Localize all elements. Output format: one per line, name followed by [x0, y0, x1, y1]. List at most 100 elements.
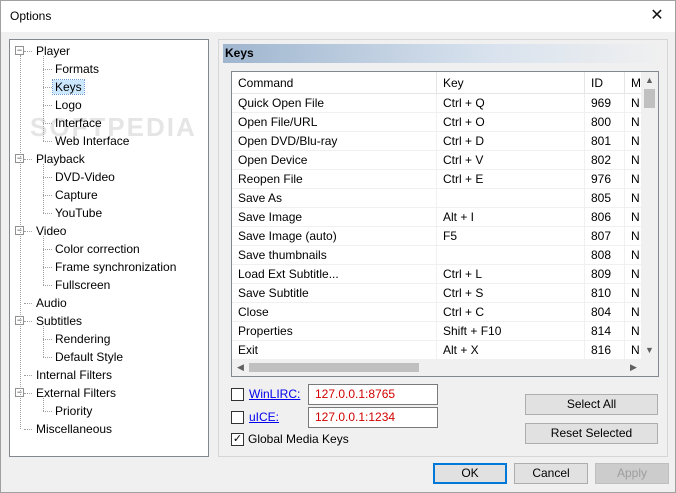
close-icon[interactable]: ✕: [647, 6, 667, 26]
reset-selected-button[interactable]: Reset Selected: [525, 423, 658, 444]
cell-command: Properties: [232, 322, 437, 341]
cell-m: N: [625, 284, 642, 303]
cell-command: Save As: [232, 189, 437, 208]
cell-m: N: [625, 170, 642, 189]
cell-m: N: [625, 227, 642, 246]
tree-item-external-filters[interactable]: External Filters: [34, 384, 118, 402]
column-key[interactable]: Key: [437, 72, 585, 94]
cell-m: N: [625, 303, 642, 322]
cell-key: [437, 189, 585, 208]
cell-m: N: [625, 246, 642, 265]
tree-connector: [43, 69, 52, 70]
tree-item-playback[interactable]: Playback: [34, 150, 87, 168]
uice-address-input[interactable]: 127.0.0.1:1234: [308, 407, 438, 428]
cell-id: 810: [585, 284, 625, 303]
table-row[interactable]: Load Ext Subtitle... Ctrl + L 809 N: [232, 265, 642, 284]
table-row[interactable]: Open Device Ctrl + V 802 N: [232, 151, 642, 170]
table-row[interactable]: Save thumbnails 808 N: [232, 246, 642, 265]
table-row[interactable]: Save As 805 N: [232, 189, 642, 208]
cell-id: 804: [585, 303, 625, 322]
tree-connector: [43, 213, 52, 214]
tree-item-label: Video: [36, 224, 67, 238]
cell-id: 809: [585, 265, 625, 284]
tree-connector: [24, 321, 32, 322]
table-row[interactable]: Save Subtitle Ctrl + S 810 N: [232, 284, 642, 303]
cell-key: Alt + X: [437, 341, 585, 360]
tree-item-formats[interactable]: Formats: [53, 60, 101, 78]
tree-item-keys[interactable]: Keys: [52, 78, 85, 96]
cell-id: 814: [585, 322, 625, 341]
cell-command: Reopen File: [232, 170, 437, 189]
vertical-scroll-thumb[interactable]: [644, 89, 655, 108]
global-media-keys-label: Global Media Keys: [248, 432, 349, 446]
tree-item-rendering[interactable]: Rendering: [53, 330, 112, 348]
cell-command: Close: [232, 303, 437, 322]
tree-item-fullscreen[interactable]: Fullscreen: [53, 276, 112, 294]
scroll-left-icon[interactable]: ◀: [232, 359, 249, 376]
tree-connector: [43, 177, 52, 178]
tree-item-audio[interactable]: Audio: [34, 294, 69, 312]
cell-id: 969: [585, 94, 625, 113]
table-row[interactable]: Save Image (auto) F5 807 N: [232, 227, 642, 246]
tree-item-default-style[interactable]: Default Style: [53, 348, 125, 366]
tree-connector: [43, 357, 52, 358]
horizontal-scrollbar[interactable]: ◀ ▶: [232, 359, 642, 376]
cell-key: Ctrl + D: [437, 132, 585, 151]
table-row[interactable]: Reopen File Ctrl + E 976 N: [232, 170, 642, 189]
cancel-button[interactable]: Cancel: [514, 463, 588, 484]
table-row[interactable]: Open File/URL Ctrl + O 800 N: [232, 113, 642, 132]
tree-item-frame-synchronization[interactable]: Frame synchronization: [53, 258, 178, 276]
column-command[interactable]: Command: [232, 72, 437, 94]
winlirc-address-input[interactable]: 127.0.0.1:8765: [308, 384, 438, 405]
tree-item-priority[interactable]: Priority: [53, 402, 94, 420]
cell-command: Open Device: [232, 151, 437, 170]
table-row[interactable]: Open DVD/Blu-ray Ctrl + D 801 N: [232, 132, 642, 151]
tree-item-logo[interactable]: Logo: [53, 96, 84, 114]
tree-item-subtitles[interactable]: Subtitles: [34, 312, 84, 330]
table-row[interactable]: Properties Shift + F10 814 N: [232, 322, 642, 341]
tree-item-color-correction[interactable]: Color correction: [53, 240, 142, 258]
uice-checkbox[interactable]: [231, 411, 244, 424]
tree-connector: [43, 195, 52, 196]
collapse-icon[interactable]: −: [15, 46, 24, 55]
table-row[interactable]: Quick Open File Ctrl + Q 969 N: [232, 94, 642, 113]
tree-item-youtube[interactable]: YouTube: [53, 204, 104, 222]
cell-command: Save Image: [232, 208, 437, 227]
tree-item-miscellaneous[interactable]: Miscellaneous: [34, 420, 114, 438]
keys-list: Command Key ID M Quick Open File Ctrl + Q…: [231, 71, 659, 377]
column-id[interactable]: ID: [585, 72, 625, 94]
tree-item-player[interactable]: Player: [34, 42, 72, 60]
tree-item-label: Miscellaneous: [36, 422, 113, 436]
table-row[interactable]: Save Image Alt + I 806 N: [232, 208, 642, 227]
tree-connector: [24, 159, 32, 160]
tree-item-video[interactable]: Video: [34, 222, 68, 240]
apply-button[interactable]: Apply: [595, 463, 669, 484]
tree-item-label: Default Style: [55, 350, 124, 364]
tree-item-label: Rendering: [55, 332, 111, 346]
select-all-button[interactable]: Select All: [525, 394, 658, 415]
tree-item-internal-filters[interactable]: Internal Filters: [34, 366, 114, 384]
global-media-keys-checkbox[interactable]: ✓: [231, 433, 244, 446]
vertical-scrollbar[interactable]: ▲ ▼: [641, 72, 658, 359]
tree-item-label: Capture: [55, 188, 98, 202]
table-row[interactable]: Exit Alt + X 816 N: [232, 341, 642, 360]
column-m[interactable]: M: [625, 72, 642, 94]
tree-item-capture[interactable]: Capture: [53, 186, 100, 204]
tree-item-interface[interactable]: Interface: [53, 114, 104, 132]
tree-connector: [43, 249, 52, 250]
tree-item-label: Player: [36, 44, 71, 58]
scroll-up-icon[interactable]: ▲: [641, 72, 658, 89]
cell-key: Ctrl + Q: [437, 94, 585, 113]
ok-button[interactable]: OK: [433, 463, 507, 484]
winlirc-checkbox[interactable]: [231, 388, 244, 401]
tree-item-label: YouTube: [55, 206, 103, 220]
scroll-down-icon[interactable]: ▼: [641, 342, 658, 359]
uice-link[interactable]: uICE:: [249, 410, 279, 424]
scroll-right-icon[interactable]: ▶: [625, 359, 642, 376]
tree-item-label: Playback: [36, 152, 85, 166]
table-row[interactable]: Close Ctrl + C 804 N: [232, 303, 642, 322]
tree-item-web-interface[interactable]: Web Interface: [53, 132, 131, 150]
horizontal-scroll-thumb[interactable]: [249, 363, 419, 372]
tree-item-dvd-video[interactable]: DVD-Video: [53, 168, 117, 186]
winlirc-link[interactable]: WinLIRC:: [249, 387, 300, 401]
